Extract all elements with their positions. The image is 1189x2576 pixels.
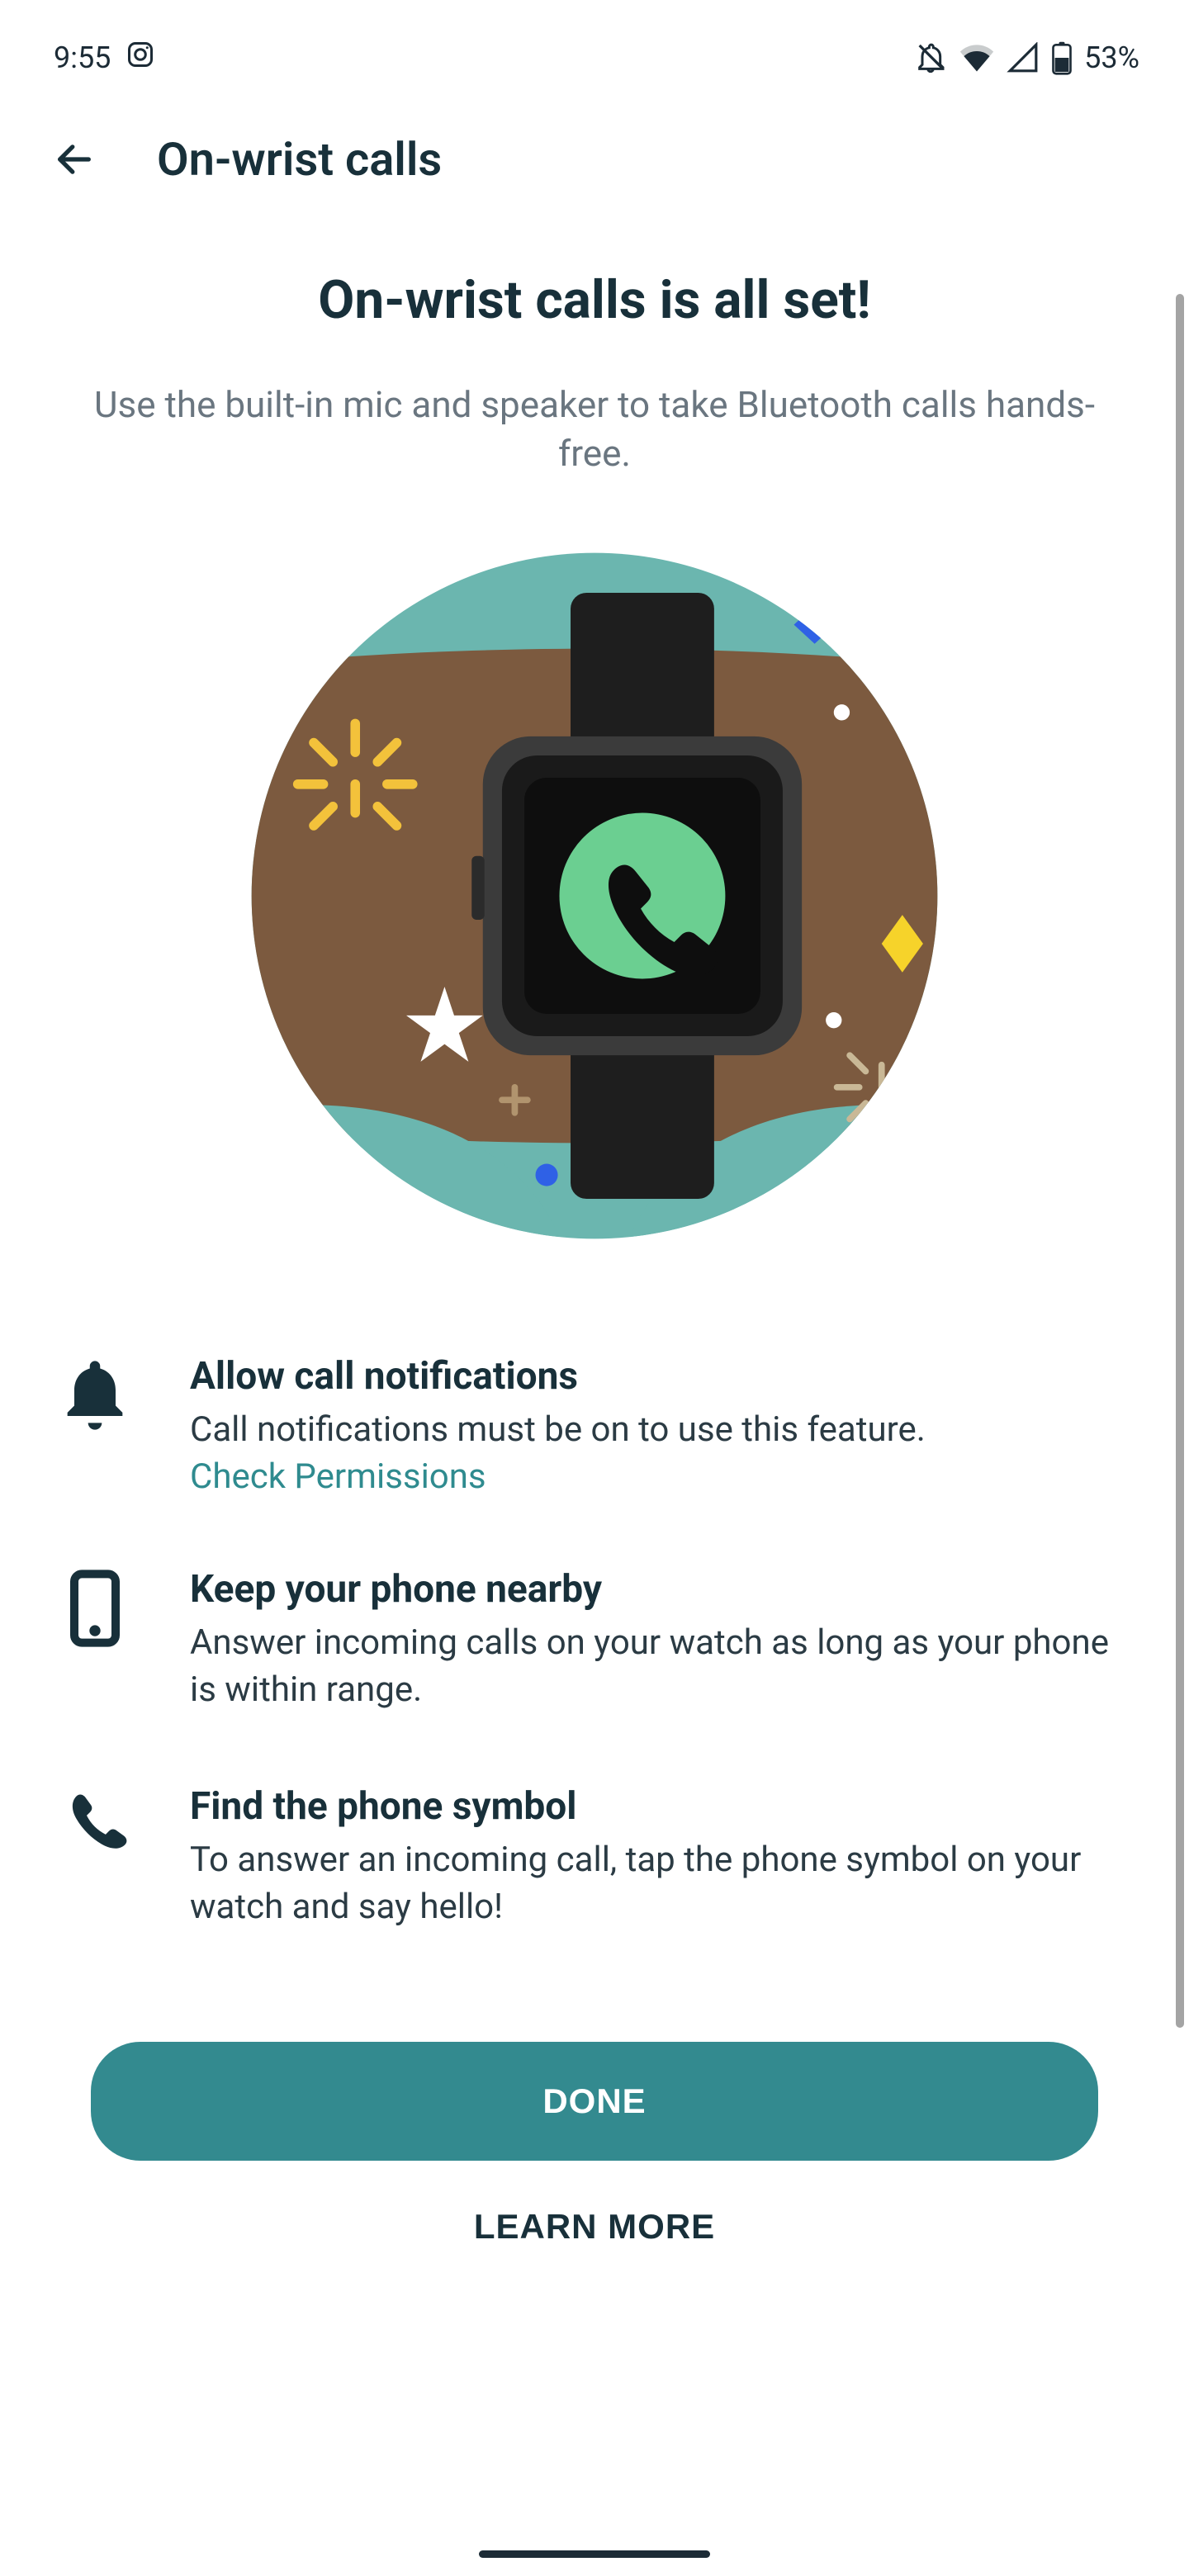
cell-signal-icon <box>1007 42 1040 73</box>
phone-handset-icon <box>50 1784 140 1930</box>
learn-more-button[interactable]: LEARN MORE <box>91 2161 1098 2293</box>
app-bar: On-wrist calls <box>0 99 1189 220</box>
page-title: On-wrist calls <box>157 132 442 187</box>
check-permissions-link[interactable]: Check Permissions <box>190 1456 1139 1497</box>
hero-illustration <box>50 545 1139 1247</box>
content-scroll[interactable]: On-wrist calls is all set! Use the built… <box>0 269 1189 2293</box>
dnd-icon <box>914 41 947 74</box>
gesture-nav-bar[interactable] <box>479 2550 710 2558</box>
tip-title: Keep your phone nearby <box>190 1567 1139 1612</box>
wifi-icon <box>959 42 995 73</box>
tip-title: Find the phone symbol <box>190 1784 1139 1829</box>
phone-device-icon <box>50 1567 140 1713</box>
tip-text: Answer incoming calls on your watch as l… <box>190 1620 1139 1713</box>
status-bar: 9:55 <box>0 0 1189 99</box>
scrollbar[interactable] <box>1176 294 1184 2028</box>
done-button[interactable]: DONE <box>91 2042 1098 2161</box>
tip-notifications: Allow call notifications Call notificati… <box>50 1329 1139 1543</box>
tip-title: Allow call notifications <box>190 1354 1139 1399</box>
tip-phone-nearby: Keep your phone nearby Answer incoming c… <box>50 1542 1139 1759</box>
instagram-icon <box>126 40 155 77</box>
battery-percent: 53% <box>1084 40 1139 75</box>
status-right: 53% <box>914 40 1139 75</box>
button-row: DONE LEARN MORE <box>50 1976 1139 2293</box>
hero-subtitle: Use the built-in mic and speaker to take… <box>74 381 1115 479</box>
battery-icon <box>1051 40 1073 75</box>
status-left: 9:55 <box>54 40 155 77</box>
tip-text: To answer an incoming call, tap the phon… <box>190 1837 1139 1930</box>
status-time: 9:55 <box>54 40 111 75</box>
tips-list: Allow call notifications Call notificati… <box>50 1329 1139 1976</box>
back-button[interactable] <box>50 135 99 184</box>
tip-text: Call notifications must be on to use thi… <box>190 1407 1139 1454</box>
hero-title: On-wrist calls is all set! <box>50 269 1139 331</box>
bell-icon <box>50 1354 140 1498</box>
tip-phone-symbol: Find the phone symbol To answer an incom… <box>50 1759 1139 1976</box>
